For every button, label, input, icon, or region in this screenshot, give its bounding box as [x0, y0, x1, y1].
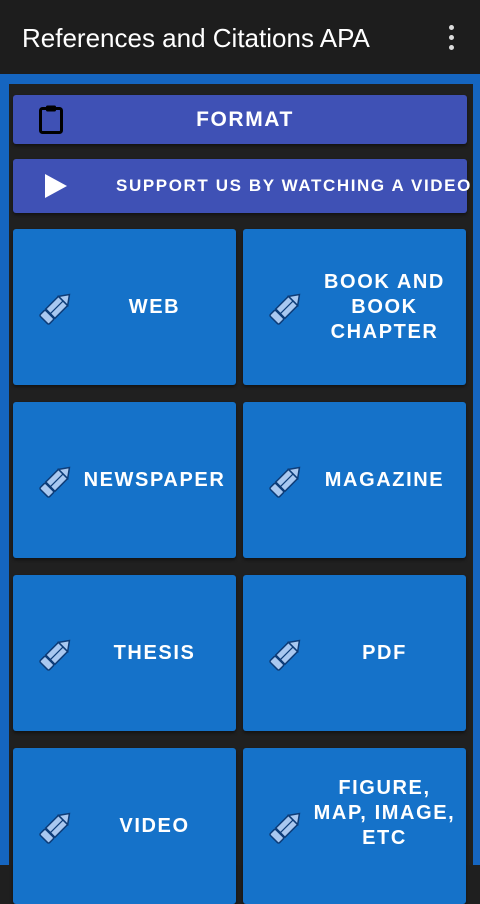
- clipboard-icon: [39, 105, 63, 134]
- tile-label: FIGURE, MAP, IMAGE, ETC: [313, 777, 456, 849]
- tile-magazine[interactable]: MAGAZINE: [243, 402, 466, 558]
- support-button-label: SUPPORT US BY WATCHING A VIDEO: [116, 176, 472, 195]
- app-title: References and Citations APA: [22, 23, 370, 53]
- format-button[interactable]: FORMAT: [13, 95, 467, 144]
- pencil-icon: [38, 462, 75, 499]
- pencil-icon: [268, 462, 305, 499]
- tile-newspaper[interactable]: NEWSPAPER: [13, 402, 236, 558]
- tile-video[interactable]: VIDEO: [13, 748, 236, 904]
- tile-web[interactable]: WEB: [13, 229, 236, 385]
- pencil-icon: [38, 808, 75, 845]
- tile-label: BOOK AND BOOK CHAPTER: [324, 270, 445, 343]
- pencil-icon: [38, 289, 75, 326]
- tile-pdf[interactable]: PDF: [243, 575, 466, 731]
- app-bar: References and Citations APA: [0, 0, 480, 74]
- tile-label: PDF: [362, 641, 407, 664]
- format-button-label: FORMAT: [196, 107, 294, 131]
- support-video-button[interactable]: SUPPORT US BY WATCHING A VIDEO: [13, 159, 470, 213]
- play-icon: [45, 174, 67, 198]
- more-vert-icon[interactable]: [437, 20, 465, 54]
- tile-label: MAGAZINE: [324, 468, 445, 491]
- tile-label: THESIS: [113, 641, 196, 664]
- tile-label: NEWSPAPER: [83, 468, 226, 491]
- pencil-icon: [38, 635, 75, 672]
- tile-figure-map-image[interactable]: FIGURE, MAP, IMAGE, ETC: [243, 748, 466, 904]
- pencil-icon: [268, 635, 305, 672]
- tile-label: WEB: [128, 295, 181, 318]
- tile-thesis[interactable]: THESIS: [13, 575, 236, 731]
- pencil-icon: [268, 289, 305, 326]
- tile-book-chapter[interactable]: BOOK AND BOOK CHAPTER: [243, 229, 466, 385]
- pencil-icon: [268, 808, 305, 845]
- tile-label: VIDEO: [119, 814, 190, 837]
